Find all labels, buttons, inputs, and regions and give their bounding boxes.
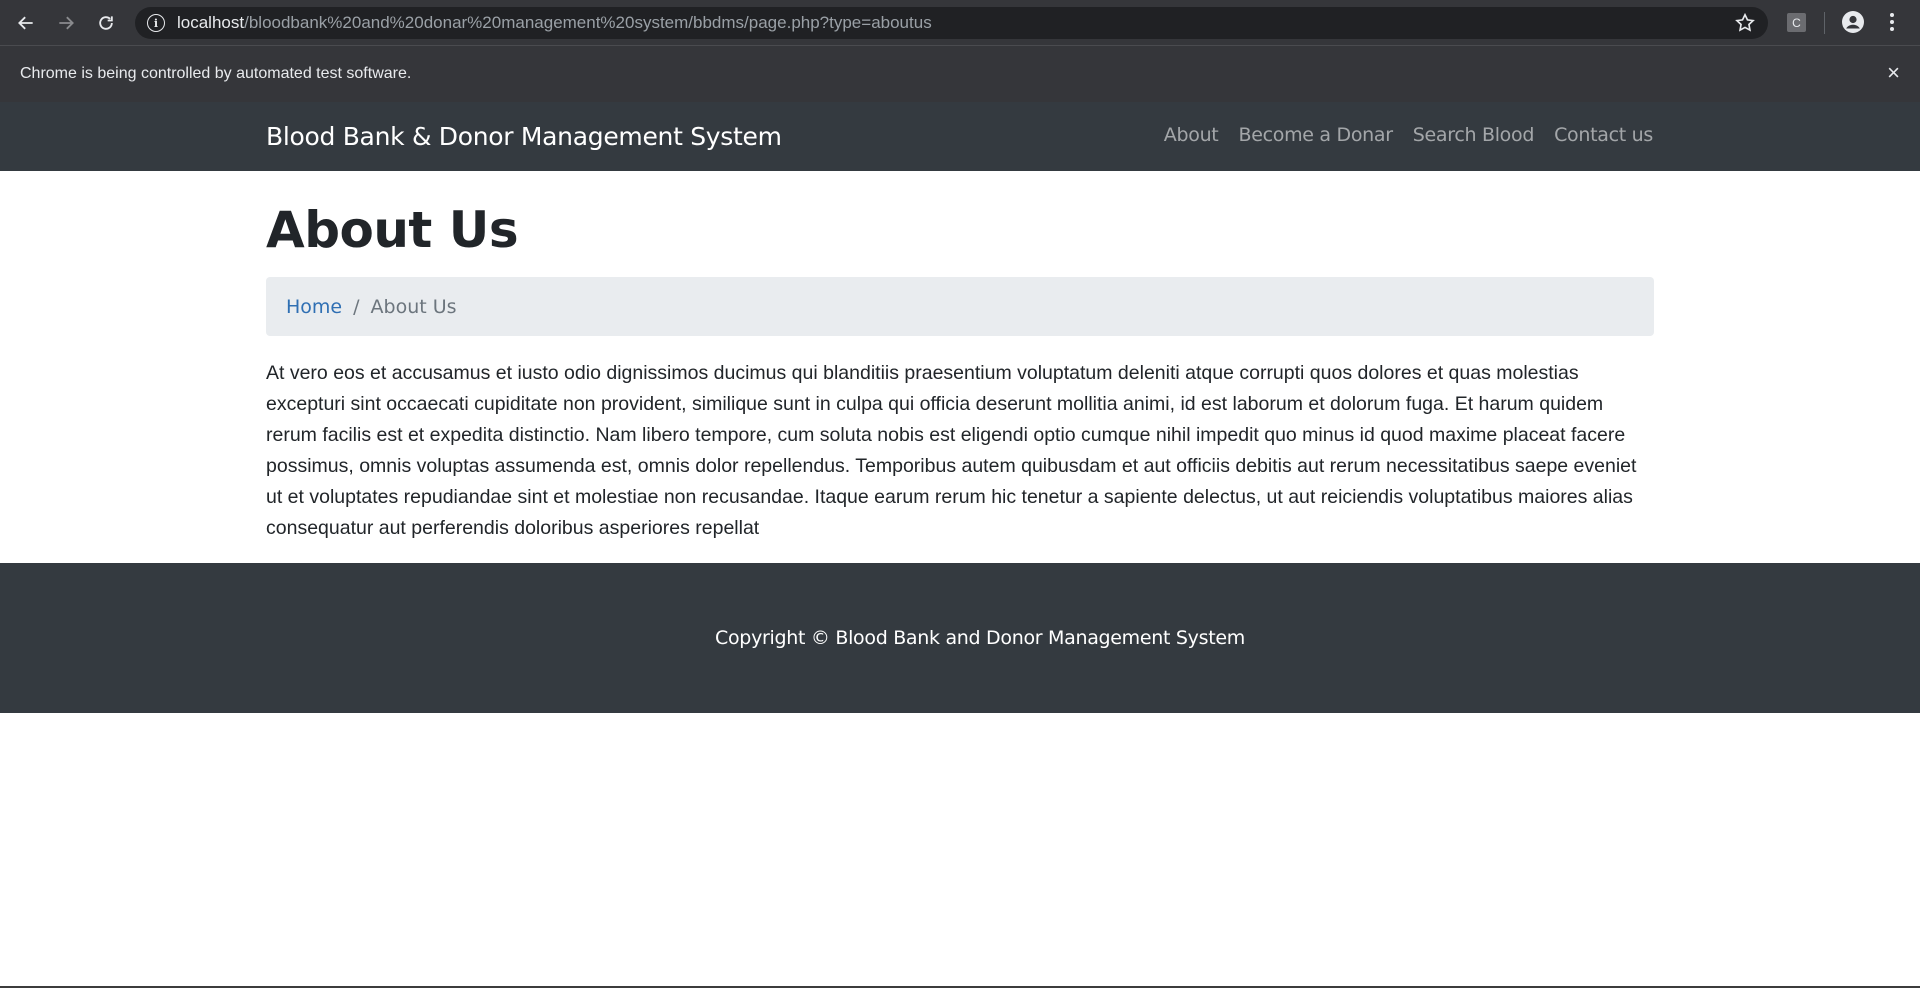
- nav-link-search-blood[interactable]: Search Blood: [1403, 124, 1544, 146]
- toolbar-divider: [1824, 12, 1825, 34]
- star-icon[interactable]: [1734, 12, 1756, 34]
- reload-icon: [99, 15, 113, 30]
- automation-infobar: Chrome is being controlled by automated …: [0, 45, 1920, 102]
- footer-copyright: Copyright © Blood Bank and Donor Managem…: [715, 627, 1245, 649]
- arrow-left-icon: [18, 16, 33, 29]
- reload-button[interactable]: [86, 0, 126, 45]
- nav-link-about[interactable]: About: [1154, 124, 1229, 146]
- url-text[interactable]: localhost/bloodbank%20and%20donar%20mana…: [177, 13, 932, 33]
- browser-toolbar: i localhost/bloodbank%20and%20donar%20ma…: [0, 0, 1920, 45]
- more-menu-icon[interactable]: [1880, 10, 1904, 34]
- main-content: About Us Home / About Us At vero eos et …: [266, 171, 1654, 564]
- brand-link[interactable]: Blood Bank & Donor Management System: [266, 122, 782, 151]
- nav-links: About Become a Donar Search Blood Contac…: [1154, 124, 1663, 146]
- breadcrumb-home-link[interactable]: Home: [286, 296, 342, 318]
- infobar-message: Chrome is being controlled by automated …: [20, 65, 412, 82]
- site-footer: Copyright © Blood Bank and Donor Managem…: [0, 563, 1920, 713]
- arrow-right-icon: [59, 16, 74, 29]
- extension-icon[interactable]: C: [1787, 13, 1806, 32]
- url-path: /bloodbank%20and%20donar%20management%20…: [244, 13, 932, 32]
- site-navbar: Blood Bank & Donor Management System Abo…: [0, 102, 1920, 171]
- url-host: localhost: [177, 13, 245, 32]
- info-icon[interactable]: i: [147, 14, 165, 32]
- window-bottom-edge: [0, 986, 1920, 991]
- profile-icon[interactable]: [1841, 10, 1865, 34]
- breadcrumb-separator: /: [353, 295, 360, 318]
- breadcrumb-current: About Us: [370, 295, 457, 318]
- close-icon[interactable]: ×: [1887, 62, 1900, 84]
- page-title: About Us: [266, 201, 519, 259]
- address-bar[interactable]: i localhost/bloodbank%20and%20donar%20ma…: [135, 7, 1768, 39]
- forward-button[interactable]: [46, 0, 86, 45]
- breadcrumb: Home / About Us: [266, 277, 1654, 336]
- nav-link-contact[interactable]: Contact us: [1544, 124, 1663, 146]
- about-paragraph: At vero eos et accusamus et iusto odio d…: [266, 362, 1637, 539]
- back-button[interactable]: [6, 0, 46, 45]
- nav-link-become-donar[interactable]: Become a Donar: [1228, 124, 1402, 146]
